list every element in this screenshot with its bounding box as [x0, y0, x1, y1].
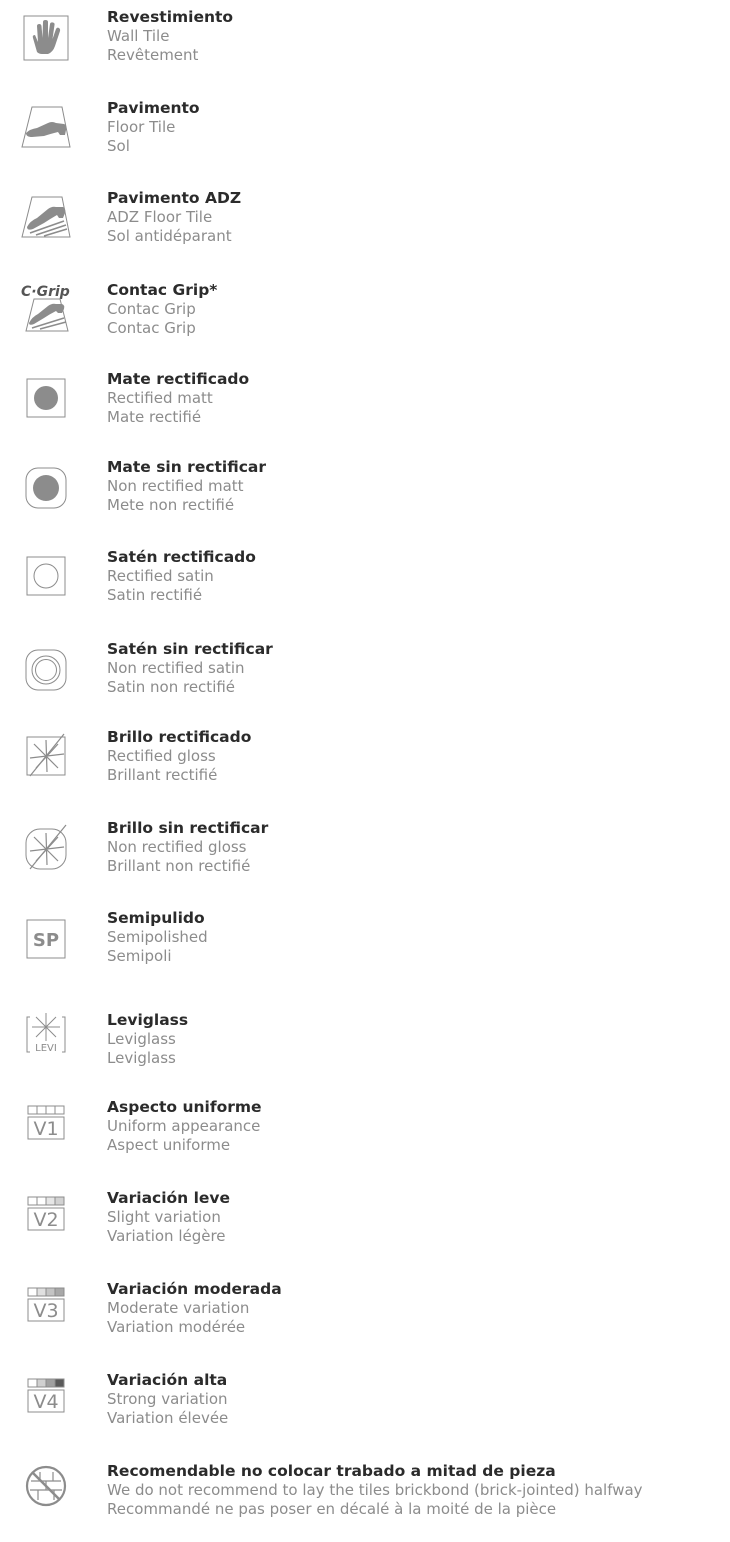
- item-english: Non rectified gloss: [107, 838, 247, 856]
- v1-icon: V1: [20, 1098, 72, 1150]
- item-title: Recomendable no colocar trabado a mitad …: [107, 1462, 556, 1480]
- legend-item-contac-grip: C·Grip Contac Grip* Contac Grip Contac G…: [0, 281, 730, 361]
- item-title: Variación leve: [107, 1189, 231, 1207]
- item-french: Variation élevée: [107, 1409, 229, 1427]
- item-french: Mate rectifié: [107, 408, 202, 426]
- item-french: Brillant non rectifié: [107, 857, 251, 875]
- leviglass-icon: LEVI: [20, 1007, 72, 1059]
- item-french: Sol: [107, 137, 130, 155]
- item-french: Aspect uniforme: [107, 1136, 231, 1154]
- item-english: Floor Tile: [107, 118, 176, 136]
- legend-item-matt-non-rectified: Mate sin rectificar Non rectified matt M…: [0, 458, 730, 538]
- item-french: Contac Grip: [107, 319, 196, 337]
- item-french: Satin non rectifié: [107, 678, 236, 696]
- item-title: Semipulido: [107, 909, 205, 927]
- item-french: Semipoli: [107, 947, 172, 965]
- v3-icon: V3: [20, 1280, 72, 1332]
- legend-item-satin-rectified: Satén rectificado Rectified satin Satin …: [0, 548, 730, 628]
- item-english: Slight variation: [107, 1208, 221, 1226]
- legend-item-floor-tile: Pavimento Floor Tile Sol: [0, 99, 730, 179]
- item-title: Mate sin rectificar: [107, 458, 267, 476]
- hand-icon: [20, 12, 72, 64]
- item-english: Wall Tile: [107, 27, 170, 45]
- satin-rectified-icon: [20, 550, 72, 602]
- legend-item-adz-floor-tile: Pavimento ADZ ADZ Floor Tile Sol antidép…: [0, 189, 730, 269]
- item-english: Strong variation: [107, 1390, 228, 1408]
- floor-shoe-icon: [20, 101, 72, 153]
- item-title: Aspecto uniforme: [107, 1098, 262, 1116]
- legend-item-gloss-non-rectified: Brillo sin rectificar Non rectified glos…: [0, 819, 730, 899]
- item-english: Contac Grip: [107, 300, 196, 318]
- item-title: Brillo rectificado: [107, 728, 252, 746]
- cgrip-label: C·Grip: [21, 284, 70, 300]
- item-title: Variación alta: [107, 1371, 228, 1389]
- levi-label: LEVI: [35, 1043, 57, 1054]
- satin-non-rectified-icon: [20, 644, 72, 696]
- item-english: We do not recommend to lay the tiles bri…: [107, 1481, 643, 1499]
- item-english: ADZ Floor Tile: [107, 208, 213, 226]
- legend-item-no-brickbond: Recomendable no colocar trabado a mitad …: [0, 1462, 730, 1542]
- item-title: Mate rectificado: [107, 370, 250, 388]
- item-french: Recommandé ne pas poser en décalé à la m…: [107, 1500, 557, 1518]
- legend-item-leviglass: LEVI Leviglass Leviglass Leviglass: [0, 1011, 730, 1091]
- v2-label: V2: [33, 1209, 58, 1231]
- matt-non-rectified-icon: [20, 462, 72, 514]
- v1-label: V1: [33, 1118, 58, 1140]
- item-english: Semipolished: [107, 928, 208, 946]
- item-french: Brillant rectifié: [107, 766, 218, 784]
- no-brickbond-icon: [20, 1460, 72, 1512]
- item-title: Contac Grip*: [107, 281, 218, 299]
- matt-rectified-icon: [20, 372, 72, 424]
- item-title: Satén sin rectificar: [107, 640, 273, 658]
- legend-item-gloss-rectified: Brillo rectificado Rectified gloss Brill…: [0, 728, 730, 808]
- v3-label: V3: [33, 1300, 58, 1322]
- item-english: Non rectified satin: [107, 659, 245, 677]
- item-english: Uniform appearance: [107, 1117, 261, 1135]
- item-french: Mete non rectifié: [107, 496, 235, 514]
- gloss-non-rectified-icon: [20, 821, 72, 873]
- legend-item-wall-tile: Revestimiento Wall Tile Revêtement: [0, 8, 730, 88]
- legend-item-moderate-variation: V3 Variación moderada Moderate variation…: [0, 1280, 730, 1360]
- v4-label: V4: [33, 1391, 58, 1413]
- adz-shoe-icon: [20, 191, 72, 243]
- item-title: Leviglass: [107, 1011, 189, 1029]
- item-french: Revêtement: [107, 46, 199, 64]
- legend-item-strong-variation: V4 Variación alta Strong variation Varia…: [0, 1371, 730, 1451]
- sp-label: SP: [33, 930, 59, 951]
- v4-icon: V4: [20, 1371, 72, 1423]
- cgrip-icon: C·Grip: [20, 281, 72, 333]
- item-english: Rectified gloss: [107, 747, 216, 765]
- item-french: Leviglass: [107, 1049, 176, 1067]
- item-title: Pavimento: [107, 99, 200, 117]
- item-title: Brillo sin rectificar: [107, 819, 269, 837]
- legend-item-matt-rectified: Mate rectificado Rectified matt Mate rec…: [0, 370, 730, 450]
- legend-item-satin-non-rectified: Satén sin rectificar Non rectified satin…: [0, 640, 730, 720]
- item-french: Satin rectifié: [107, 586, 203, 604]
- item-french: Variation modérée: [107, 1318, 246, 1336]
- item-english: Rectified satin: [107, 567, 214, 585]
- item-french: Variation légère: [107, 1227, 226, 1245]
- item-title: Variación moderada: [107, 1280, 282, 1298]
- item-english: Rectified matt: [107, 389, 213, 407]
- item-english: Moderate variation: [107, 1299, 250, 1317]
- legend-item-slight-variation: V2 Variación leve Slight variation Varia…: [0, 1189, 730, 1269]
- legend-item-uniform-appearance: V1 Aspecto uniforme Uniform appearance A…: [0, 1098, 730, 1178]
- legend-item-semipolished: SP Semipulido Semipolished Semipoli: [0, 909, 730, 989]
- item-english: Leviglass: [107, 1030, 176, 1048]
- v2-icon: V2: [20, 1189, 72, 1241]
- item-title: Satén rectificado: [107, 548, 256, 566]
- semipolished-icon: SP: [20, 913, 72, 965]
- item-french: Sol antidéparant: [107, 227, 232, 245]
- gloss-rectified-icon: [20, 730, 72, 782]
- item-title: Revestimiento: [107, 8, 234, 26]
- item-title: Pavimento ADZ: [107, 189, 242, 207]
- item-english: Non rectified matt: [107, 477, 244, 495]
